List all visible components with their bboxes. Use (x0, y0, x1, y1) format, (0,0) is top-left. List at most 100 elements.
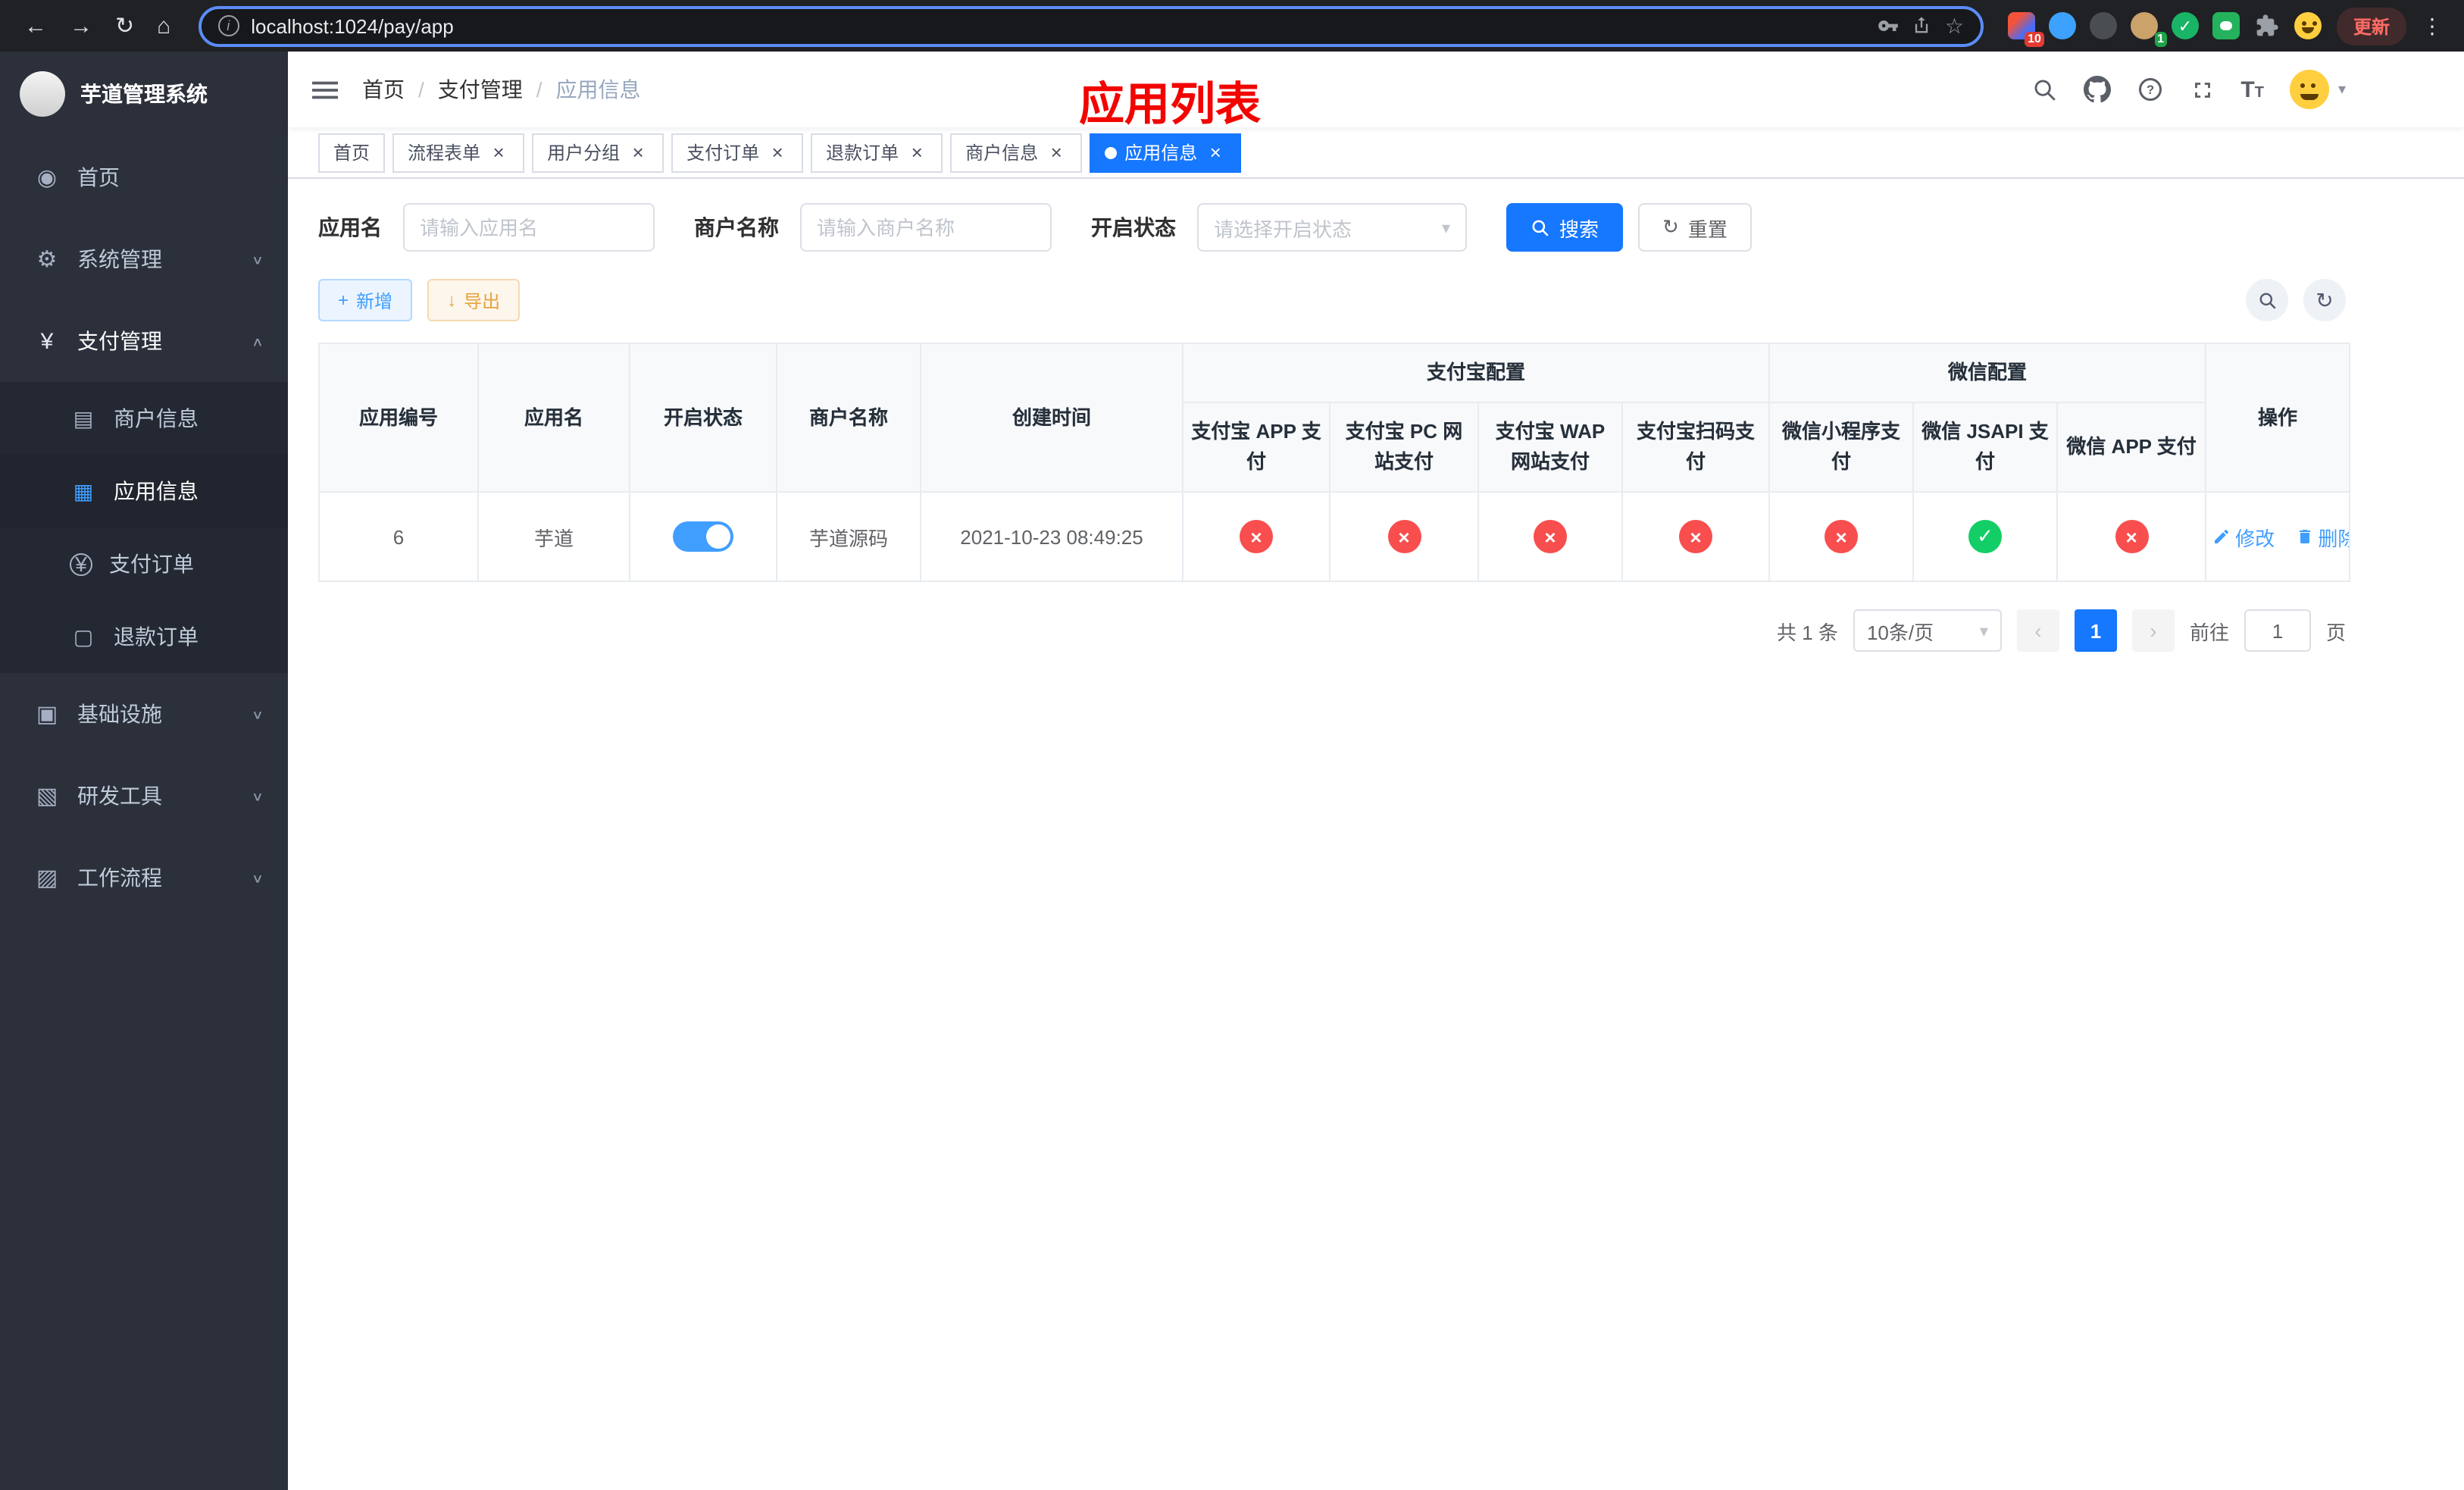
site-info-icon[interactable]: i (217, 15, 239, 36)
sidebar-item-home[interactable]: ◉ 首页 (0, 136, 288, 218)
add-button[interactable]: + 新增 (318, 279, 413, 321)
sidebar-menu: ◉ 首页 ⚙ 系统管理 ∨ ¥ 支付管理 ∧ ▤ 商户信息 ▦ 应用信息 ¥ 支… (0, 136, 288, 919)
profile-avatar-icon[interactable] (2294, 12, 2322, 39)
tab-app-info[interactable]: 应用信息 × (1090, 133, 1242, 172)
col-wx-jsapi: 微信 JSAPI 支付 (1912, 402, 2059, 493)
address-bar[interactable]: i localhost:1024/pay/app ☆ (198, 5, 1984, 46)
toggle-search-button[interactable] (2246, 279, 2288, 321)
goto-page-input[interactable] (2244, 609, 2311, 653)
reset-button[interactable]: ↻ 重置 (1638, 203, 1752, 252)
refresh-icon: ↻ (1662, 215, 1679, 238)
sidebar-item-infrastructure[interactable]: ▣ 基础设施 ∨ (0, 673, 288, 755)
chat-extension-icon[interactable] (2212, 12, 2240, 39)
merchant-name-label: 商户名称 (694, 215, 779, 239)
prev-page-button[interactable]: ‹ (2016, 609, 2059, 653)
user-avatar-menu[interactable]: ▾ (2289, 70, 2346, 109)
sidebar-item-system[interactable]: ⚙ 系统管理 ∨ (0, 218, 288, 300)
extension-icon-4[interactable]: 1 (2130, 12, 2167, 47)
extension-check-icon[interactable]: ✓ (2171, 12, 2199, 39)
extension-icon-3[interactable] (2089, 12, 2117, 39)
share-icon[interactable] (1912, 15, 1933, 36)
col-status: 开启状态 (629, 342, 777, 493)
tab-user-group[interactable]: 用户分组 × (532, 133, 664, 172)
breadcrumb-home[interactable]: 首页 (362, 74, 405, 105)
workflow-icon: ▨ (36, 866, 58, 891)
extensions-row: 10 1 ✓ (1999, 12, 2331, 47)
config-status-icon (1679, 520, 1712, 554)
config-status-icon (1968, 520, 2003, 554)
cell-status (629, 491, 777, 583)
status-toggle[interactable] (673, 521, 733, 552)
search-icon[interactable] (2031, 77, 2057, 102)
close-icon[interactable]: × (488, 142, 509, 163)
sidebar-item-workflow[interactable]: ▨ 工作流程 ∨ (0, 837, 288, 919)
col-alipay-app: 支付宝 APP 支付 (1182, 402, 1330, 493)
cell-app-id: 6 (318, 491, 479, 583)
forward-icon[interactable]: → (70, 14, 92, 37)
browser-menu-icon[interactable]: ⋮ (2412, 13, 2452, 39)
merchant-name-input[interactable] (800, 203, 1052, 252)
extension-icon-1[interactable]: 10 (2007, 12, 2044, 47)
extension-badge: 10 (2025, 32, 2044, 47)
home-icon[interactable]: ⌂ (157, 14, 170, 37)
edit-button[interactable]: 修改 (2212, 523, 2275, 552)
font-size-icon[interactable]: TT (2240, 78, 2264, 101)
extensions-puzzle-icon[interactable] (2253, 12, 2281, 39)
sidebar-item-devtools[interactable]: ▧ 研发工具 ∨ (0, 755, 288, 837)
dashboard-icon: ◉ (36, 165, 58, 191)
password-key-icon[interactable] (1878, 15, 1900, 36)
download-icon: ↓ (447, 290, 457, 311)
close-icon[interactable]: × (627, 142, 649, 163)
sidebar-item-pay-order[interactable]: ¥ 支付订单 (0, 527, 288, 600)
fullscreen-icon[interactable] (2189, 77, 2215, 102)
page-number-1[interactable]: 1 (2074, 609, 2117, 653)
update-button[interactable]: 更新 (2336, 7, 2406, 45)
close-icon[interactable]: × (767, 142, 788, 163)
export-button[interactable]: ↓ 导出 (427, 279, 521, 321)
table-toolbar: + 新增 ↓ 导出 ↻ (318, 279, 2346, 321)
reload-icon[interactable]: ↻ (115, 14, 134, 37)
refresh-table-button[interactable]: ↻ (2303, 279, 2346, 321)
app-name-input[interactable] (403, 203, 655, 252)
refresh-icon: ↻ (2315, 287, 2334, 311)
sidebar-item-merchant-info[interactable]: ▤ 商户信息 (0, 382, 288, 455)
tab-pay-order[interactable]: 支付订单 × (671, 133, 804, 172)
config-status-icon (2115, 520, 2149, 554)
close-icon[interactable]: × (1205, 142, 1226, 163)
col-app-name: 应用名 (477, 342, 630, 493)
next-page-button[interactable]: › (2131, 609, 2175, 653)
config-status-icon (1825, 520, 1859, 554)
tab-home[interactable]: 首页 (318, 133, 386, 172)
page-size-select[interactable]: 10条/页 ▾ (1853, 609, 2002, 653)
sidebar-item-app-info[interactable]: ▦ 应用信息 (0, 455, 288, 527)
screen: ← → ↻ ⌂ i localhost:1024/pay/app ☆ 10 1 (0, 0, 2464, 1490)
tab-merchant-info[interactable]: 商户信息 × (950, 133, 1083, 172)
delete-button[interactable]: 删除 (2295, 523, 2348, 552)
sidebar: 芋道管理系统 ◉ 首页 ⚙ 系统管理 ∨ ¥ 支付管理 ∧ ▤ 商户信息 ▦ 应… (0, 52, 288, 1490)
close-icon[interactable]: × (1046, 142, 1067, 163)
cell-wx-jsapi (1912, 491, 2059, 583)
tab-refund-order[interactable]: 退款订单 × (811, 133, 943, 172)
extension-icon-2[interactable] (2048, 12, 2076, 39)
avatar[interactable] (2289, 70, 2329, 109)
sidebar-item-payment[interactable]: ¥ 支付管理 ∧ (0, 300, 288, 382)
sidebar-item-refund-order[interactable]: ▢ 退款订单 (0, 600, 288, 673)
github-icon[interactable] (2083, 76, 2111, 103)
chevron-down-icon: ∨ (251, 707, 264, 722)
search-button[interactable]: 搜索 (1506, 203, 1624, 252)
breadcrumb-payment[interactable]: 支付管理 (438, 74, 523, 105)
tab-process-form[interactable]: 流程表单 × (392, 133, 525, 172)
chevron-down-icon: ∨ (251, 789, 264, 803)
close-icon[interactable]: × (906, 142, 927, 163)
annotation-title: 应用列表 (1079, 80, 1261, 130)
pagination: 共 1 条 10条/页 ▾ ‹ 1 › 前往 页 (318, 609, 2346, 653)
grid-icon: ▦ (73, 478, 94, 502)
status-select[interactable]: 请选择开启状态 ▾ (1197, 203, 1467, 252)
sidebar-fold-icon[interactable] (312, 77, 338, 102)
back-icon[interactable]: ← (24, 14, 47, 37)
payment-submenu: ▤ 商户信息 ▦ 应用信息 ¥ 支付订单 ▢ 退款订单 (0, 382, 288, 673)
bookmark-star-icon[interactable]: ☆ (1945, 13, 1964, 39)
chevron-down-icon: ▾ (1979, 622, 1988, 641)
help-icon[interactable]: ? (2136, 76, 2163, 103)
url-text[interactable]: localhost:1024/pay/app (251, 14, 453, 37)
